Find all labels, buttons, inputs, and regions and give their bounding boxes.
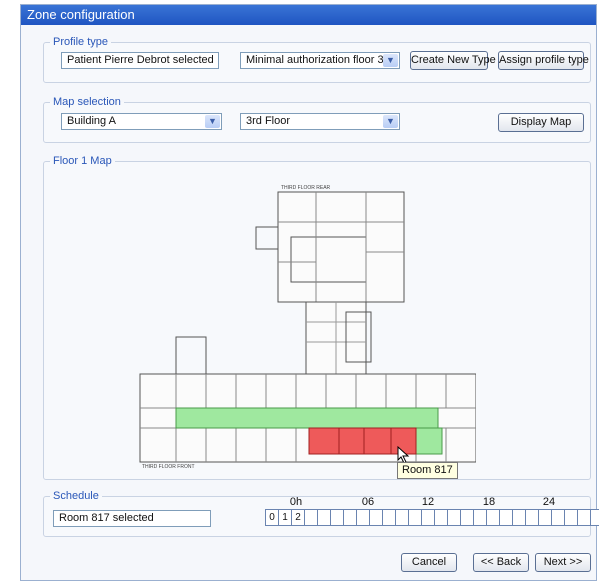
hour-label: 0h [289,496,303,508]
schedule-slot[interactable] [499,509,513,526]
authorization-select[interactable]: Minimal authorization floor 3 ▼ [240,52,400,69]
chevron-down-icon: ▼ [383,54,398,67]
schedule-slot[interactable] [369,509,383,526]
profile-type-legend: Profile type [53,36,109,48]
front-floor-label: THIRD FLOOR FRONT [142,464,195,470]
back-button[interactable]: << Back [473,553,529,572]
floor-map-legend: Floor 1 Map [53,155,112,167]
schedule-slot[interactable] [551,509,565,526]
assign-profile-type-button[interactable]: Assign profile type [498,51,589,70]
schedule-slot[interactable] [473,509,487,526]
floor-plan-drawing: THIRD FLOOR REAR THIRD FLOOR FRONT [139,185,477,470]
floor-select[interactable]: 3rd Floor ▼ [240,113,400,130]
schedule-slot[interactable] [577,509,591,526]
rear-wing-outline [277,191,405,303]
schedule-slot[interactable]: 2 [291,509,305,526]
floor-select-value: 3rd Floor [246,115,291,127]
authorization-select-value: Minimal authorization floor 3 [246,54,384,66]
schedule-slot[interactable] [564,509,578,526]
schedule-slot[interactable] [538,509,552,526]
restricted-room [363,427,392,455]
schedule-legend: Schedule [53,490,99,502]
schedule-slot[interactable] [395,509,409,526]
schedule-slot[interactable] [434,509,448,526]
schedule-slot[interactable] [525,509,539,526]
restricted-room [308,427,340,455]
room-tooltip: Room 817 [397,462,458,479]
schedule-slot[interactable] [343,509,357,526]
patient-field[interactable]: Patient Pierre Debrot selected [61,52,219,69]
hour-label: 12 [421,496,435,508]
schedule-slot[interactable] [408,509,422,526]
rear-floor-label: THIRD FLOOR REAR [281,185,331,191]
hour-label: 18 [482,496,496,508]
building-select-value: Building A [67,115,116,127]
hour-label: 24 [542,496,556,508]
schedule-slot[interactable] [460,509,474,526]
schedule-slot[interactable] [330,509,344,526]
display-map-button[interactable]: Display Map [498,113,584,132]
schedule-slot[interactable]: 0 [265,509,279,526]
cancel-button[interactable]: Cancel [401,553,457,572]
authorized-zone-room [415,427,443,455]
hour-label: 06 [361,496,375,508]
restricted-room [338,427,365,455]
schedule-room-field[interactable]: Room 817 selected [53,510,211,527]
schedule-slot[interactable] [486,509,500,526]
schedule-slot[interactable] [512,509,526,526]
schedule-slot[interactable] [421,509,435,526]
schedule-slot[interactable] [317,509,331,526]
chevron-down-icon: ▼ [383,115,398,128]
chevron-down-icon: ▼ [205,115,220,128]
schedule-slots: 0 1 2 [265,509,599,526]
next-button[interactable]: Next >> [535,553,591,572]
floor-plan-map[interactable]: THIRD FLOOR REAR THIRD FLOOR FRONT [116,182,477,472]
schedule-slot[interactable]: 1 [278,509,292,526]
schedule-slot[interactable] [447,509,461,526]
authorized-zone-corridor [175,407,439,429]
schedule-slot[interactable] [304,509,318,526]
schedule-slot[interactable] [590,509,599,526]
empty-slots [304,509,599,526]
create-new-type-button[interactable]: Create New Type [410,51,496,70]
building-select[interactable]: Building A ▼ [61,113,222,130]
schedule-slot[interactable] [356,509,370,526]
window-title: Zone configuration [21,5,596,25]
schedule-slot[interactable] [382,509,396,526]
map-selection-legend: Map selection [53,96,121,108]
